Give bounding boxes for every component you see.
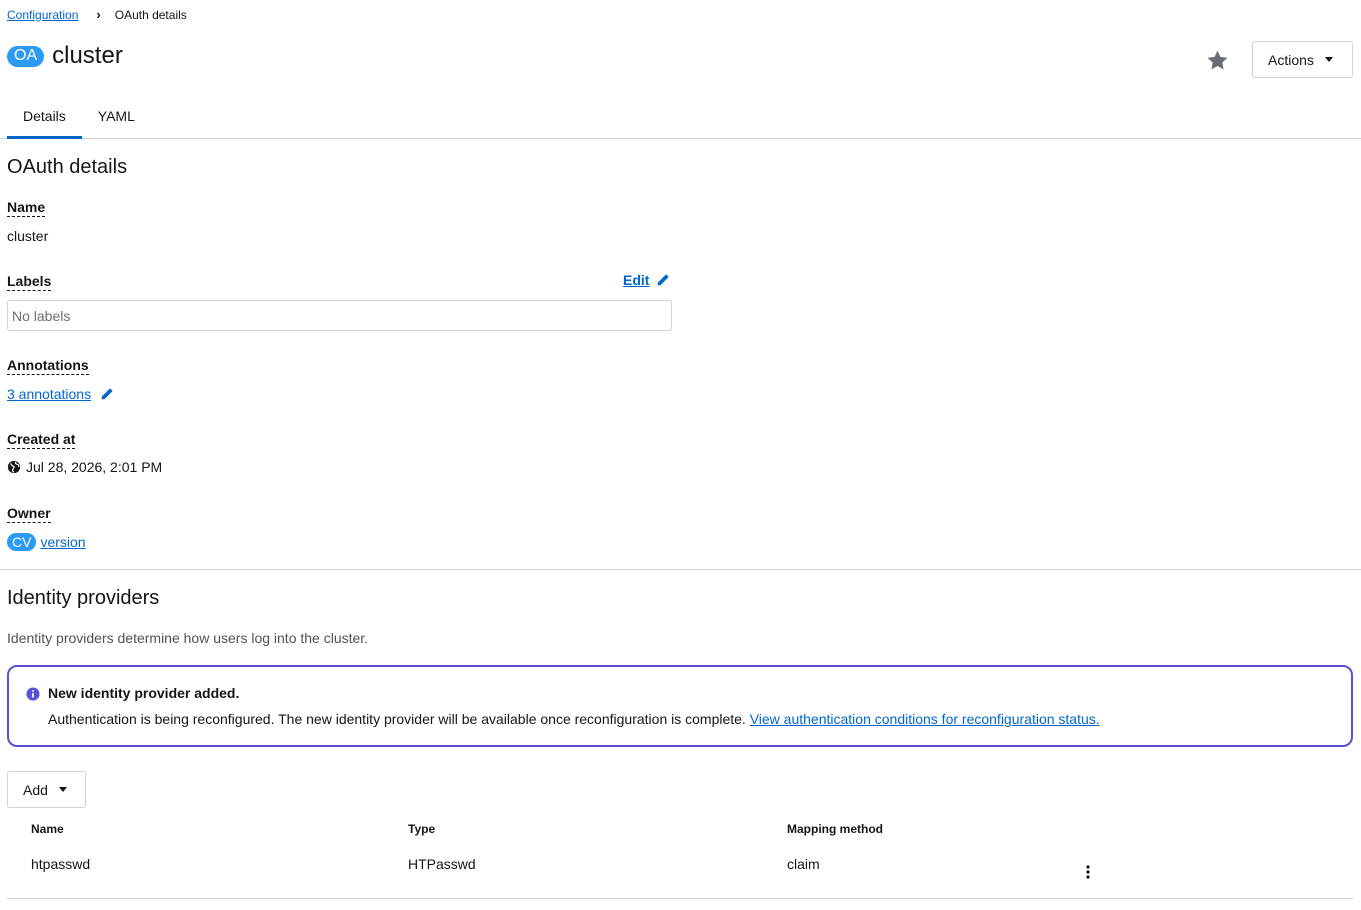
- section-title-identity-providers: Identity providers: [7, 587, 160, 609]
- section-title-oauth-details: OAuth details: [7, 156, 128, 178]
- row-type: HTPasswd: [408, 856, 476, 872]
- created-at-label[interactable]: Created at: [7, 431, 76, 449]
- annotations-link: 3 annotations: [7, 386, 92, 402]
- breadcrumb-current: OAuth details: [114, 7, 187, 22]
- alert-conditions-link[interactable]: View authentication conditions for recon…: [750, 711, 1100, 727]
- breadcrumb-separator-icon: ›: [96, 7, 101, 22]
- caret-down-icon: [1324, 57, 1333, 62]
- page-header: OA cluster: [7, 42, 123, 70]
- tab-bar: Details YAML: [0, 96, 1361, 139]
- page-title: cluster: [52, 42, 123, 69]
- alert-message: Authentication is being reconfigured. Th…: [48, 711, 746, 727]
- alert-body: Authentication is being reconfigured. Th…: [48, 711, 1100, 727]
- actions-dropdown-button[interactable]: Actions: [1252, 41, 1353, 78]
- pencil-icon: [658, 274, 670, 286]
- breadcrumb-configuration-link[interactable]: Configuration: [7, 8, 78, 22]
- globe-icon: [7, 460, 21, 474]
- labels-edit-button[interactable]: Edit: [623, 272, 670, 288]
- column-header-type: Type: [408, 822, 436, 836]
- actions-label: Actions: [1268, 51, 1314, 68]
- breadcrumb: Configuration › OAuth details: [7, 7, 187, 22]
- created-at-timestamp: Jul 28, 2026, 2:01 PM: [26, 459, 163, 475]
- labels-edit-label: Edit: [623, 272, 650, 288]
- add-identity-provider-button[interactable]: Add: [7, 771, 86, 808]
- add-label: Add: [23, 781, 48, 798]
- section-divider: [0, 569, 1361, 570]
- owner-label[interactable]: Owner: [7, 505, 51, 523]
- owner-link[interactable]: version: [40, 534, 85, 550]
- kebab-icon[interactable]: [1082, 863, 1094, 881]
- tab-yaml[interactable]: YAML: [82, 96, 151, 139]
- name-value: cluster: [7, 228, 49, 244]
- owner-value: CV version: [7, 533, 86, 551]
- annotations-label[interactable]: Annotations: [7, 357, 89, 375]
- labels-label[interactable]: Labels: [7, 273, 52, 291]
- row-name: htpasswd: [31, 856, 91, 872]
- column-header-mapping: Mapping method: [787, 822, 883, 836]
- column-header-name: Name: [31, 822, 64, 836]
- owner-resource-badge: CV: [7, 533, 37, 551]
- annotations-edit-button[interactable]: 3 annotations: [7, 386, 114, 402]
- caret-down-icon: [58, 787, 67, 792]
- tab-details[interactable]: Details: [7, 96, 82, 139]
- labels-box: No labels: [7, 300, 672, 331]
- row-mapping: claim: [787, 856, 820, 872]
- created-at-value: Jul 28, 2026, 2:01 PM: [7, 459, 162, 475]
- alert-title: New identity provider added.: [48, 685, 240, 701]
- star-icon[interactable]: [1205, 48, 1230, 73]
- identity-providers-description: Identity providers determine how users l…: [7, 630, 369, 646]
- table-row-divider: [7, 898, 1353, 899]
- pencil-icon: [101, 388, 113, 400]
- resource-badge: OA: [7, 45, 45, 67]
- info-circle-icon: [26, 687, 40, 701]
- info-alert: New identity provider added. Authenticat…: [7, 665, 1353, 747]
- name-label[interactable]: Name: [7, 199, 46, 217]
